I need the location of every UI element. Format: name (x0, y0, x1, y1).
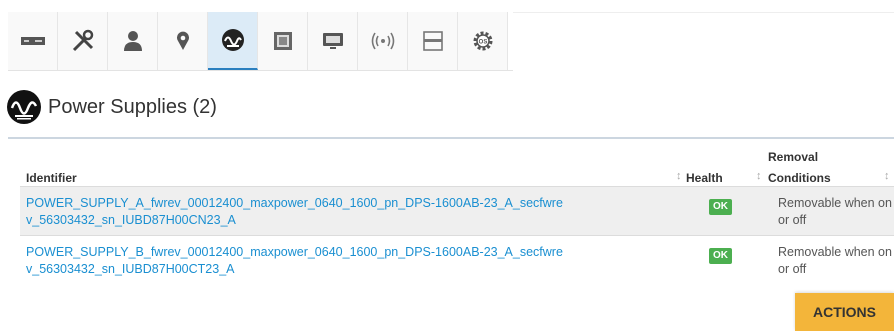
header-divider (8, 137, 894, 139)
icon-toolbar: OS (8, 12, 894, 71)
removal-conditions: Removable when on or off (778, 196, 892, 227)
monitor-icon (322, 33, 343, 49)
tools-icon (72, 29, 93, 52)
tab-processor[interactable] (258, 12, 308, 70)
health-status-badge: OK (709, 199, 732, 215)
drive-bay-icon (422, 31, 443, 51)
tab-server-chassis[interactable] (8, 12, 58, 70)
section-header: Power Supplies (2) (6, 87, 217, 127)
table-row: POWER_SUPPLY_A_fwrev_00012400_maxpower_0… (20, 186, 894, 236)
page-title: Power Supplies (2) (48, 95, 217, 118)
identifier-link[interactable]: POWER_SUPPLY_B_fwrev_00012400_maxpower_0… (26, 244, 566, 278)
os-gear-icon: OS (473, 31, 492, 51)
power-supply-icon (221, 29, 244, 51)
processor-icon (273, 32, 292, 50)
power-supply-icon (7, 90, 41, 124)
column-header-health[interactable]: Health (686, 171, 723, 185)
tab-tools[interactable] (58, 12, 108, 70)
sort-icon[interactable]: ↕ (756, 170, 762, 182)
sort-icon[interactable]: ↕ (884, 170, 890, 182)
user-icon (123, 31, 142, 51)
table-row: POWER_SUPPLY_B_fwrev_00012400_maxpower_0… (20, 236, 894, 286)
wireless-icon (371, 32, 394, 50)
location-pin-icon (176, 31, 189, 50)
tab-drive-bay[interactable] (408, 12, 458, 70)
actions-button[interactable]: ACTIONS (795, 293, 894, 331)
tab-user[interactable] (108, 12, 158, 70)
server-chassis-icon (20, 37, 45, 45)
tab-monitor[interactable] (308, 12, 358, 70)
tab-operating-system[interactable]: OS (458, 12, 508, 70)
column-header-removal-line2[interactable]: Conditions (768, 171, 831, 185)
column-header-identifier[interactable]: Identifier (26, 171, 77, 185)
identifier-link[interactable]: POWER_SUPPLY_A_fwrev_00012400_maxpower_0… (26, 195, 566, 229)
tab-location[interactable] (158, 12, 208, 70)
sort-icon[interactable]: ↕ (676, 170, 682, 182)
removal-conditions: Removable when on or off (778, 245, 892, 276)
svg-text:OS: OS (478, 40, 487, 46)
column-header-removal-line1[interactable]: Removal (768, 150, 818, 164)
tab-power-supplies[interactable] (208, 12, 258, 70)
table-header: Identifier ↕ Health ↕ Removal Conditions… (20, 140, 894, 186)
health-status-badge: OK (709, 248, 732, 264)
tab-wireless[interactable] (358, 12, 408, 70)
